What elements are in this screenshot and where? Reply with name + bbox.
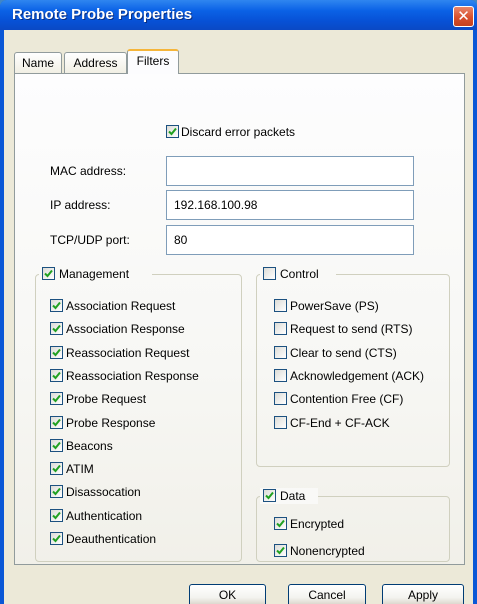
data-item-nonencrypted-checkbox[interactable] xyxy=(274,544,287,557)
filters-tab-page: Discard error packets MAC address: IP ad… xyxy=(14,73,465,565)
control-item-cf-end-cf-ack-checkbox[interactable] xyxy=(274,416,287,429)
management-group-header: Management xyxy=(39,266,152,282)
window-title: Remote Probe Properties xyxy=(12,6,193,23)
tab-name[interactable]: Name xyxy=(14,52,62,73)
control-item-request-to-send-rts-checkbox[interactable] xyxy=(274,322,287,335)
management-item-beacons-label: Beacons xyxy=(66,439,113,453)
control-item-powersave-ps-label: PowerSave (PS) xyxy=(290,299,379,313)
management-item-atim-checkbox[interactable] xyxy=(50,462,63,475)
management-checkbox[interactable] xyxy=(42,267,55,280)
close-button[interactable]: ✕ xyxy=(453,6,474,27)
control-item-acknowledgement-ack-label: Acknowledgement (ACK) xyxy=(290,369,425,383)
management-item-deauthentication-label: Deauthentication xyxy=(66,532,157,546)
control-item-clear-to-send-cts-label: Clear to send (CTS) xyxy=(290,346,397,360)
data-item-encrypted-checkbox[interactable] xyxy=(274,517,287,530)
management-item-probe-response-checkbox[interactable] xyxy=(50,416,63,429)
data-group-title: Data xyxy=(280,489,306,503)
checkmark-icon xyxy=(52,301,61,310)
checkmark-icon xyxy=(52,441,61,450)
management-item-disassocation-label: Disassocation xyxy=(66,485,141,499)
cancel-button[interactable]: Cancel xyxy=(288,584,366,604)
management-item-association-response-checkbox[interactable] xyxy=(50,322,63,335)
management-item-association-request-checkbox[interactable] xyxy=(50,299,63,312)
data-group-header: Data xyxy=(260,488,318,504)
dialog-window: Remote Probe Properties ✕ Name Address F… xyxy=(0,0,477,604)
dialog-client-area: Name Address Filters Discard error packe… xyxy=(4,30,473,604)
checkmark-icon xyxy=(52,511,61,520)
management-item-probe-response-label: Probe Response xyxy=(66,416,156,430)
checkmark-icon xyxy=(52,324,61,333)
control-checkbox[interactable] xyxy=(263,267,276,280)
tab-filters[interactable]: Filters xyxy=(127,49,179,74)
checkmark-icon xyxy=(52,534,61,543)
checkmark-icon xyxy=(52,394,61,403)
checkmark-icon xyxy=(52,371,61,380)
management-item-atim-label: ATIM xyxy=(66,462,94,476)
checkmark-icon xyxy=(168,127,177,136)
control-item-contention-free-cf-label: Contention Free (CF) xyxy=(290,392,404,406)
checkmark-icon xyxy=(52,418,61,427)
management-item-reassociation-response-label: Reassociation Response xyxy=(66,369,199,383)
checkmark-icon xyxy=(276,519,285,528)
checkmark-icon xyxy=(265,491,274,500)
data-checkbox[interactable] xyxy=(263,489,276,502)
data-item-nonencrypted-label: Nonencrypted xyxy=(290,544,365,558)
checkmark-icon xyxy=(44,269,53,278)
management-item-probe-request-checkbox[interactable] xyxy=(50,392,63,405)
mac-address-label: MAC address: xyxy=(50,164,127,178)
management-item-authentication-label: Authentication xyxy=(66,509,143,523)
tab-address[interactable]: Address xyxy=(64,52,127,73)
control-item-powersave-ps-checkbox[interactable] xyxy=(274,299,287,312)
management-item-association-response-label: Association Response xyxy=(66,322,185,336)
data-item-encrypted-label: Encrypted xyxy=(290,517,345,531)
control-item-contention-free-cf-checkbox[interactable] xyxy=(274,392,287,405)
checkmark-icon xyxy=(52,348,61,357)
management-group-title: Management xyxy=(59,267,130,281)
management-item-reassociation-request-label: Reassociation Request xyxy=(66,346,190,360)
close-icon: ✕ xyxy=(457,7,470,25)
checkmark-icon xyxy=(52,464,61,473)
discard-error-packets-label: Discard error packets xyxy=(181,125,296,139)
checkmark-icon xyxy=(52,487,61,496)
control-item-clear-to-send-cts-checkbox[interactable] xyxy=(274,346,287,359)
control-item-cf-end-cf-ack-label: CF-End + CF-ACK xyxy=(290,416,390,430)
control-item-acknowledgement-ack-checkbox[interactable] xyxy=(274,369,287,382)
mac-address-field[interactable] xyxy=(166,156,414,186)
management-item-deauthentication-checkbox[interactable] xyxy=(50,532,63,545)
management-item-disassocation-checkbox[interactable] xyxy=(50,485,63,498)
ip-address-field[interactable]: 192.168.100.98 xyxy=(166,190,414,220)
tcp-udp-port-label: TCP/UDP port: xyxy=(50,233,130,247)
management-item-probe-request-label: Probe Request xyxy=(66,392,147,406)
apply-button[interactable]: Apply xyxy=(382,584,464,604)
title-bar[interactable]: Remote Probe Properties ✕ xyxy=(0,0,477,30)
management-item-authentication-checkbox[interactable] xyxy=(50,509,63,522)
tcp-udp-port-field[interactable]: 80 xyxy=(166,225,414,255)
ip-address-label: IP address: xyxy=(50,198,111,212)
management-item-association-request-label: Association Request xyxy=(66,299,176,313)
control-group-header: Control xyxy=(260,266,336,282)
ok-button[interactable]: OK xyxy=(189,584,266,604)
discard-error-packets-checkbox[interactable] xyxy=(166,125,179,138)
management-item-reassociation-response-checkbox[interactable] xyxy=(50,369,63,382)
management-item-reassociation-request-checkbox[interactable] xyxy=(50,346,63,359)
management-item-beacons-checkbox[interactable] xyxy=(50,439,63,452)
checkmark-icon xyxy=(276,546,285,555)
control-item-request-to-send-rts-label: Request to send (RTS) xyxy=(290,322,413,336)
control-group-title: Control xyxy=(280,267,319,281)
